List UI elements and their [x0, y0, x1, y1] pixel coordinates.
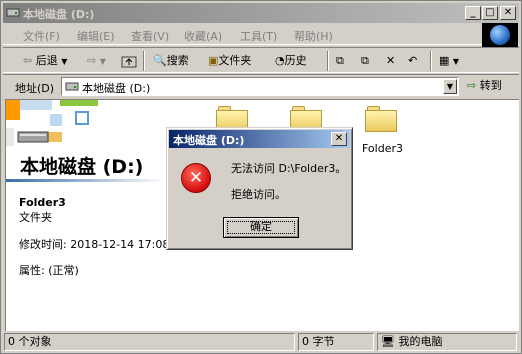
windows-logo	[482, 23, 518, 47]
header-divider	[6, 179, 166, 182]
menu-file[interactable]: 文件(F)	[23, 28, 60, 44]
explorer-window: 本地磁盘 (D:) _ □ ✕ 文件(F) 编辑(E) 查看(V) 收藏(A) …	[0, 0, 522, 354]
copy-to-button[interactable]: ⧉	[361, 52, 369, 70]
back-button[interactable]: ⇦ 后退 ▼	[23, 52, 67, 70]
status-bar: 0 个对象 0 字节 🖥 我的电脑	[3, 332, 519, 352]
address-value: 本地磁盘 (D:)	[82, 82, 151, 95]
move-to-button[interactable]: ⧉	[336, 52, 344, 70]
maximize-button[interactable]: □	[482, 6, 498, 20]
search-button[interactable]: 🔍搜索	[153, 52, 189, 70]
folders-label: 文件夹	[218, 54, 252, 67]
ok-button[interactable]: 确定	[223, 217, 299, 238]
copy-to-icon: ⧉	[361, 54, 369, 67]
minimize-button[interactable]: _	[465, 6, 481, 20]
error-dialog: 本地磁盘 (D:) ✕ ✕ 无法访问 D:\Folder3。 拒绝访问。 确定	[166, 127, 353, 250]
history-icon: ◔	[275, 54, 285, 67]
selected-item-name: Folder3	[19, 196, 66, 209]
up-folder-button[interactable]	[121, 52, 137, 70]
dialog-title-bar[interactable]: 本地磁盘 (D:) ✕	[169, 130, 350, 148]
drive-title: 本地磁盘 (D:)	[20, 156, 144, 178]
status-size: 0 字节	[298, 333, 374, 351]
title-bar[interactable]: 本地磁盘 (D:) _ □ ✕	[3, 3, 519, 23]
views-icon: ▦	[439, 54, 450, 67]
drive-icon	[65, 82, 79, 91]
address-input[interactable]: 本地磁盘 (D:) ▼	[61, 77, 459, 96]
dialog-submessage: 拒绝访问。	[231, 188, 286, 201]
forward-arrow-icon: ⇨	[87, 54, 97, 67]
dialog-message: 无法访问 D:\Folder3。	[231, 162, 347, 175]
search-label: 搜索	[166, 54, 189, 67]
menu-bar: 文件(F) 编辑(E) 查看(V) 收藏(A) 工具(T) 帮助(H)	[3, 25, 519, 45]
go-button[interactable]: ⇨ 转到	[467, 77, 517, 96]
move-to-icon: ⧉	[336, 54, 344, 67]
history-label: 历史	[284, 54, 307, 67]
menu-view[interactable]: 查看(V)	[131, 28, 169, 44]
toolbar-separator	[327, 51, 329, 71]
focus-rectangle	[227, 221, 295, 234]
menu-tools[interactable]: 工具(T)	[240, 28, 277, 44]
undo-icon: ↶	[408, 54, 418, 67]
go-arrow-icon: ⇨	[467, 79, 477, 92]
status-object-count: 0 个对象	[4, 333, 295, 351]
menu-favorites[interactable]: 收藏(A)	[184, 28, 222, 44]
selected-item-type: 文件夹	[19, 211, 52, 224]
folders-button[interactable]: ▣文件夹	[208, 52, 251, 70]
forward-button[interactable]: ⇨ ▼	[87, 52, 106, 70]
dialog-title: 本地磁盘 (D:)	[173, 134, 245, 147]
folder-label[interactable]: Folder3	[362, 142, 403, 155]
chevron-down-icon: ▼	[452, 57, 460, 66]
toolbar-separator	[143, 51, 145, 71]
my-computer-icon: 🖥	[381, 335, 395, 348]
back-arrow-icon: ⇦	[23, 54, 33, 67]
dialog-close-button[interactable]: ✕	[331, 132, 347, 146]
history-button[interactable]: ◔历史	[275, 52, 307, 70]
address-dropdown-button[interactable]: ▼	[443, 79, 457, 94]
folder-icon[interactable]	[365, 106, 397, 132]
chevron-down-icon: ▼	[61, 57, 68, 66]
delete-icon: ✕	[386, 54, 396, 67]
folders-icon: ▣	[208, 54, 219, 67]
drive-icon	[6, 8, 20, 17]
status-location: 🖥 我的电脑	[377, 333, 517, 351]
attributes: 属性: (正常)	[19, 264, 79, 277]
delete-button[interactable]: ✕	[386, 52, 395, 70]
address-bar: 地址(D) 本地磁盘 (D:) ▼ ⇨ 转到	[3, 74, 519, 98]
window-title: 本地磁盘 (D:)	[23, 8, 95, 21]
views-button[interactable]: ▦ ▼	[439, 52, 459, 70]
go-label: 转到	[479, 79, 502, 92]
error-icon: ✕	[181, 163, 211, 193]
status-location-label: 我的电脑	[398, 335, 443, 348]
back-label: 后退	[35, 54, 58, 67]
up-folder-icon	[121, 56, 137, 68]
undo-button[interactable]: ↶	[408, 52, 417, 70]
toolbar: ⇦ 后退 ▼ ⇨ ▼ 🔍搜索 ▣文件夹 ◔历史 ⧉ ⧉ ✕ ↶ ▦ ▼	[3, 47, 519, 73]
address-label: 地址(D)	[15, 82, 55, 95]
toolbar-separator	[430, 51, 432, 71]
menu-help[interactable]: 帮助(H)	[294, 28, 333, 44]
chevron-down-icon: ▼	[99, 57, 106, 66]
search-icon: 🔍	[153, 54, 167, 67]
close-button[interactable]: ✕	[500, 6, 516, 20]
menu-edit[interactable]: 编辑(E)	[77, 28, 115, 44]
modified-time: 修改时间: 2018-12-14 17:08	[19, 238, 170, 251]
